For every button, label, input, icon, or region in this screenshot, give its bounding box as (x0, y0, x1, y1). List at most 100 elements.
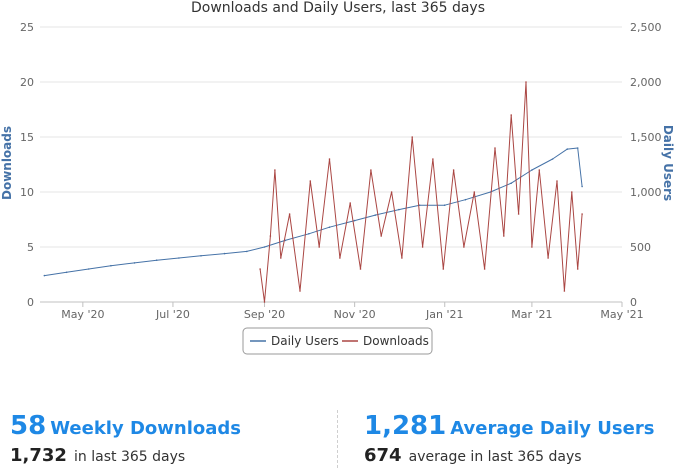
data-point-downloads (328, 158, 331, 160)
x-tick-label: Jul '20 (155, 308, 190, 321)
data-point-downloads (538, 169, 541, 171)
data-point-downloads (263, 301, 266, 303)
x-tick-label: Mar '21 (511, 308, 552, 321)
y-left-tick-label: 15 (20, 131, 34, 144)
y-left-tick-label: 10 (20, 186, 34, 199)
data-point-downloads (510, 114, 512, 116)
average-users-stat: 1,281 Average Daily Users 674 average in … (364, 408, 654, 466)
y-axis-right-label: Daily Users (661, 125, 675, 201)
data-point-downloads (359, 268, 362, 270)
data-point-daily-users (223, 252, 226, 255)
data-point-downloads (525, 81, 527, 83)
data-point-daily-users (43, 274, 46, 277)
data-point-downloads (463, 246, 465, 248)
y-left-tick-label: 20 (20, 76, 34, 89)
x-tick-label: May '20 (61, 308, 104, 321)
y-left-tick-label: 25 (20, 21, 34, 34)
data-point-daily-users (510, 182, 512, 184)
grid-lines (40, 26, 622, 303)
data-point-downloads (299, 290, 301, 292)
data-point-downloads (380, 235, 383, 237)
average-users-headline: 1,281 Average Daily Users (364, 408, 654, 447)
total-downloads-line: 1,732 in last 365 days (10, 445, 241, 466)
y-axis-right: 0 500 1,000 1,500 2,000 2,500 (630, 21, 662, 309)
data-point-daily-users (65, 271, 68, 274)
data-point-daily-users (374, 214, 377, 216)
x-tick-label: Sep '20 (244, 308, 285, 321)
chart: Downloads and Daily Users, last 365 days… (0, 0, 675, 355)
total-downloads-label: in last 365 days (74, 449, 186, 465)
chart-title: Downloads and Daily Users, last 365 days (191, 0, 485, 16)
y-left-tick-label: 0 (27, 296, 34, 309)
data-point-daily-users (353, 219, 356, 222)
data-point-downloads (390, 191, 393, 193)
total-downloads-value: 1,732 (10, 445, 67, 466)
data-point-downloads (571, 191, 573, 193)
average-users-sub-line: 674 average in last 365 days (364, 445, 654, 466)
data-point-downloads (503, 235, 505, 237)
data-point-downloads (280, 257, 282, 259)
y-right-tick-label: 2,500 (630, 21, 662, 34)
data-point-downloads (309, 180, 312, 182)
data-point-downloads (452, 169, 455, 171)
legend-label-downloads: Downloads (363, 334, 429, 348)
y-right-tick-label: 2,000 (630, 76, 662, 89)
data-point-downloads (401, 257, 403, 259)
data-point-daily-users (110, 264, 112, 267)
x-axis: May '20 Jul '20 Sep '20 Nov '20 Jan '21 Mar '… (40, 301, 644, 321)
data-point-daily-users (133, 262, 136, 264)
y-axis-left-label: Downloads (0, 126, 14, 200)
data-point-daily-users (576, 147, 579, 149)
stats-divider (337, 410, 338, 468)
data-point-daily-users (200, 255, 202, 257)
y-right-tick-label: 1,500 (630, 131, 662, 144)
weekly-downloads-value: 58 (10, 411, 47, 441)
x-tick-label: May '21 (600, 308, 643, 321)
data-point-downloads (349, 202, 352, 204)
data-point-daily-users (531, 169, 533, 171)
weekly-downloads-headline: 58 Weekly Downloads (10, 408, 241, 447)
data-point-daily-users (178, 257, 180, 259)
average-users-sub-label: average in last 365 days (408, 449, 582, 465)
data-point-daily-users (443, 204, 446, 206)
y-axis-left: 0 5 10 15 20 25 (20, 21, 34, 309)
series-daily-users (43, 147, 583, 277)
data-point-downloads (531, 246, 533, 248)
data-point-downloads (547, 257, 549, 259)
data-point-daily-users (581, 185, 583, 188)
y-right-tick-label: 500 (630, 241, 651, 254)
data-point-daily-users (551, 158, 554, 160)
average-users-label: Average Daily Users (450, 418, 655, 439)
data-point-daily-users (263, 246, 266, 248)
data-point-downloads (318, 246, 321, 248)
stats-panel: 58 Weekly Downloads 1,732 in last 365 day… (0, 408, 679, 469)
data-point-downloads (421, 246, 424, 248)
data-point-daily-users (398, 208, 400, 211)
average-users-value: 1,281 (364, 411, 447, 441)
data-point-downloads (432, 158, 434, 160)
data-point-daily-users (87, 268, 90, 270)
data-point-downloads (581, 213, 583, 215)
legend: Daily Users Downloads (242, 327, 433, 355)
data-point-downloads (576, 268, 579, 270)
data-point-downloads (556, 180, 558, 182)
data-point-daily-users (464, 198, 467, 201)
data-point-daily-users (155, 259, 158, 262)
data-point-downloads (494, 147, 496, 149)
data-point-downloads (274, 169, 276, 171)
x-tick-label: Jan '21 (425, 308, 463, 321)
data-point-downloads (411, 136, 414, 138)
data-point-daily-users (566, 148, 569, 150)
weekly-downloads-stat: 58 Weekly Downloads 1,732 in last 365 day… (10, 408, 241, 466)
y-right-tick-label: 1,000 (630, 186, 662, 199)
average-users-sub-value: 674 (364, 445, 402, 466)
data-point-downloads (563, 290, 566, 292)
legend-label-daily-users: Daily Users (271, 334, 339, 348)
data-point-downloads (339, 257, 341, 259)
data-point-daily-users (308, 233, 310, 235)
data-point-downloads (259, 268, 261, 270)
weekly-downloads-label: Weekly Downloads (50, 418, 241, 439)
x-tick-label: Nov '20 (334, 308, 376, 321)
y-right-tick-label: 0 (630, 296, 637, 309)
data-point-daily-users (328, 226, 331, 228)
